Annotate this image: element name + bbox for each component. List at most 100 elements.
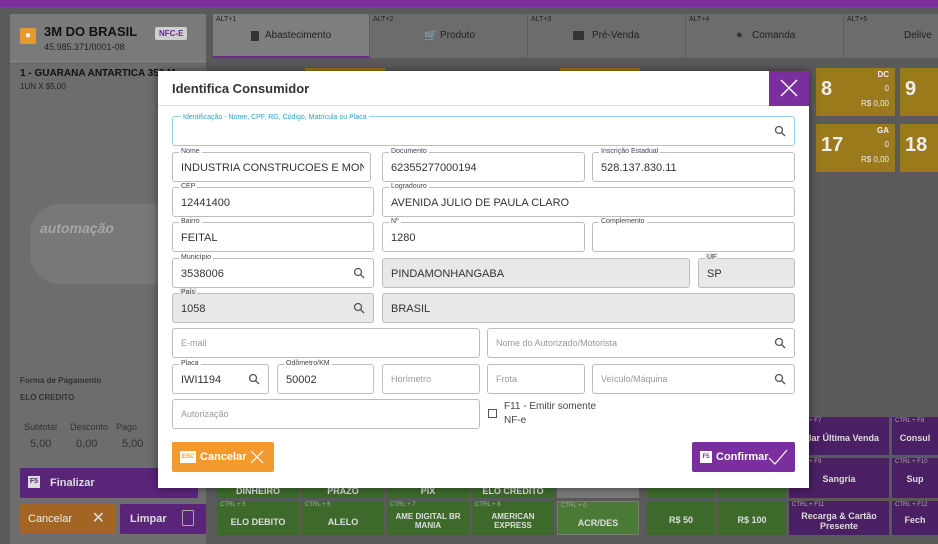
tab-shortcut: ALT+4 bbox=[689, 16, 710, 23]
tab-comanda[interactable]: ALT+4 ● Comanda bbox=[686, 14, 844, 58]
field-value: BRASIL bbox=[391, 303, 431, 315]
cancel-sale-label: Cancelar bbox=[28, 513, 73, 525]
pump-number: 9 bbox=[905, 78, 917, 100]
field-label: Logradouro bbox=[389, 182, 429, 192]
tab-delivery[interactable]: ALT+5 Delive bbox=[844, 14, 938, 58]
payment-label: Forma de Pagamento bbox=[20, 376, 102, 385]
cancel-button[interactable]: ESC Cancelar bbox=[172, 442, 274, 472]
field-value: 1058 bbox=[181, 303, 206, 315]
mode-tabs: ALT+1 Abastecimento ALT+2 🛒 Produto ALT+… bbox=[213, 14, 938, 58]
nfce-badge[interactable]: NFC-E bbox=[155, 27, 188, 40]
field-label: Município bbox=[179, 253, 213, 263]
placa-field[interactable]: Placa IWI1194 bbox=[172, 359, 269, 394]
desconto-value: 0,00 bbox=[76, 438, 98, 450]
cancel-label: Cancelar bbox=[200, 451, 247, 463]
field-value: FEITAL bbox=[181, 232, 218, 244]
search-icon[interactable] bbox=[774, 337, 786, 349]
nfe-only-checkbox[interactable] bbox=[488, 409, 497, 418]
close-icon: ✕ bbox=[91, 510, 105, 527]
company-name: 3M DO BRASIL bbox=[44, 24, 138, 39]
search-icon[interactable] bbox=[353, 267, 365, 279]
consulta-button[interactable]: CTRL + F8 Consul bbox=[892, 417, 938, 455]
field-value: AVENIDA JÚLIO DE PAULA CLARO bbox=[391, 197, 570, 209]
sale-item-qty: 1UN X $5,00 bbox=[20, 82, 66, 91]
payment-button[interactable]: CTRL + 0 ACR/DES bbox=[557, 501, 639, 535]
pump-tile[interactable]: 9 bbox=[900, 68, 938, 116]
user-icon: ● bbox=[20, 28, 36, 44]
clear-button[interactable]: Limpar bbox=[120, 504, 206, 534]
tab-label: Abastecimento bbox=[265, 30, 332, 41]
company-header: ● 3M DO BRASIL 45.985.371/0001-08 NFC-E bbox=[10, 14, 206, 62]
autorizado-field[interactable]: Nome do Autorizado/Motorista bbox=[487, 328, 795, 358]
logradouro-field[interactable]: Logradouro AVENIDA JÚLIO DE PAULA CLARO bbox=[382, 182, 795, 217]
confirm-button[interactable]: F5 Confirmar bbox=[692, 442, 795, 472]
pump-value: R$ 0,00 bbox=[860, 99, 889, 108]
numero-field[interactable]: Nº 1280 bbox=[382, 217, 585, 252]
horimetro-field[interactable]: Horímetro bbox=[382, 364, 480, 394]
field-value: 50002 bbox=[286, 374, 317, 386]
odometro-field[interactable]: Odômetro/KM 50002 bbox=[277, 359, 374, 394]
field-value: 1280 bbox=[391, 232, 416, 244]
inscricao-estadual-field[interactable]: Inscrição Estadual 528.137.830.11 bbox=[592, 147, 795, 182]
finalize-key: F5 bbox=[28, 476, 40, 488]
cancel-sale-button[interactable]: Cancelar ✕ bbox=[20, 504, 115, 534]
pump-tile[interactable]: 8 DC 0 R$ 0,00 bbox=[816, 68, 895, 116]
field-value: INDUSTRIA CONSTRUCOES E MONTAG bbox=[181, 162, 364, 174]
field-label: CEP bbox=[179, 182, 198, 192]
search-icon[interactable] bbox=[248, 373, 260, 385]
tab-produto[interactable]: ALT+2 🛒 Produto bbox=[370, 14, 528, 58]
search-icon bbox=[353, 302, 365, 314]
totals-values: 5,00 0,00 5,00 bbox=[30, 438, 168, 450]
close-button[interactable] bbox=[769, 71, 809, 106]
clear-label: Limpar bbox=[130, 513, 167, 525]
tab-abastecimento[interactable]: ALT+1 Abastecimento bbox=[213, 14, 370, 58]
complemento-field[interactable]: Complemento bbox=[592, 217, 795, 252]
documento-field[interactable]: Documento 62355277000194 bbox=[382, 147, 585, 182]
frota-field[interactable]: Frota bbox=[487, 364, 585, 394]
pump-number: 8 bbox=[821, 78, 833, 100]
payment-button[interactable]: CTRL + 5 ELO DEBITO bbox=[217, 501, 299, 535]
pais-field: País 1058 bbox=[172, 288, 374, 323]
quick-value-button[interactable]: R$ 100 bbox=[718, 501, 786, 535]
search-icon bbox=[774, 125, 786, 137]
pump-tile[interactable]: 17 GA 0 R$ 0,00 bbox=[816, 124, 895, 172]
nome-field[interactable]: Nome INDUSTRIA CONSTRUCOES E MONTAG bbox=[172, 147, 371, 182]
field-placeholder: Nome do Autorizado/Motorista bbox=[496, 338, 618, 348]
payment-button[interactable]: CTRL + 8 AMERICAN EXPRESS bbox=[472, 501, 554, 535]
search-icon[interactable] bbox=[774, 373, 786, 385]
recarga-button[interactable]: CTRL + F11 Recarga & Cartão Presente bbox=[789, 501, 889, 535]
identification-search-input[interactable]: Identificação - Nome, CPF, RG, Código, M… bbox=[172, 113, 795, 146]
identification-label: Identificação - Nome, CPF, RG, Código, M… bbox=[181, 113, 369, 123]
uf-field: UF SP bbox=[698, 253, 795, 288]
tab-label: Delive bbox=[904, 30, 932, 41]
municipio-field[interactable]: Município 3538006 bbox=[172, 253, 374, 288]
fechamento-button[interactable]: CTRL + F12 Fech bbox=[892, 501, 938, 535]
tab-shortcut: ALT+1 bbox=[216, 16, 237, 23]
sale-item-line[interactable]: 1 - GUARANA ANTARTICA 350 M bbox=[20, 68, 175, 79]
field-value: 12441400 bbox=[181, 197, 230, 209]
field-label: Complemento bbox=[599, 217, 647, 227]
field-label: Inscrição Estadual bbox=[599, 147, 661, 157]
veiculo-field[interactable]: Veículo/Máquina bbox=[592, 364, 795, 394]
pago-label: Pago bbox=[116, 422, 138, 432]
quick-value-button[interactable]: R$ 50 bbox=[647, 501, 715, 535]
wallet-icon bbox=[573, 31, 584, 40]
tab-label: Produto bbox=[440, 30, 476, 41]
pump-tile[interactable]: 18 bbox=[900, 124, 938, 172]
pump-fuel-code: GA bbox=[877, 126, 889, 135]
payment-button[interactable]: CTRL + 6 ALELO bbox=[302, 501, 384, 535]
field-placeholder: Veículo/Máquina bbox=[601, 374, 668, 384]
cep-field[interactable]: CEP 12441400 bbox=[172, 182, 374, 217]
finalize-label: Finalizar bbox=[50, 477, 95, 489]
tab-pre-venda[interactable]: ALT+3 Pré-Venda bbox=[528, 14, 686, 58]
suprimento-button[interactable]: CTRL + F10 Sup bbox=[892, 458, 938, 498]
field-label: Bairro bbox=[179, 217, 202, 227]
bairro-field[interactable]: Bairro FEITAL bbox=[172, 217, 374, 252]
autorizacao-field[interactable]: Autorização bbox=[172, 399, 480, 429]
field-placeholder: Autorização bbox=[181, 409, 229, 419]
identify-consumer-dialog: Identifica Consumidor Identificação - No… bbox=[158, 71, 809, 488]
field-value: 528.137.830.11 bbox=[601, 162, 677, 174]
email-field[interactable]: E-mail bbox=[172, 328, 480, 358]
payment-button[interactable]: CTRL + 7 AME DIGITAL BR MANIA bbox=[387, 501, 469, 535]
pump-volume: 0 bbox=[884, 84, 889, 93]
